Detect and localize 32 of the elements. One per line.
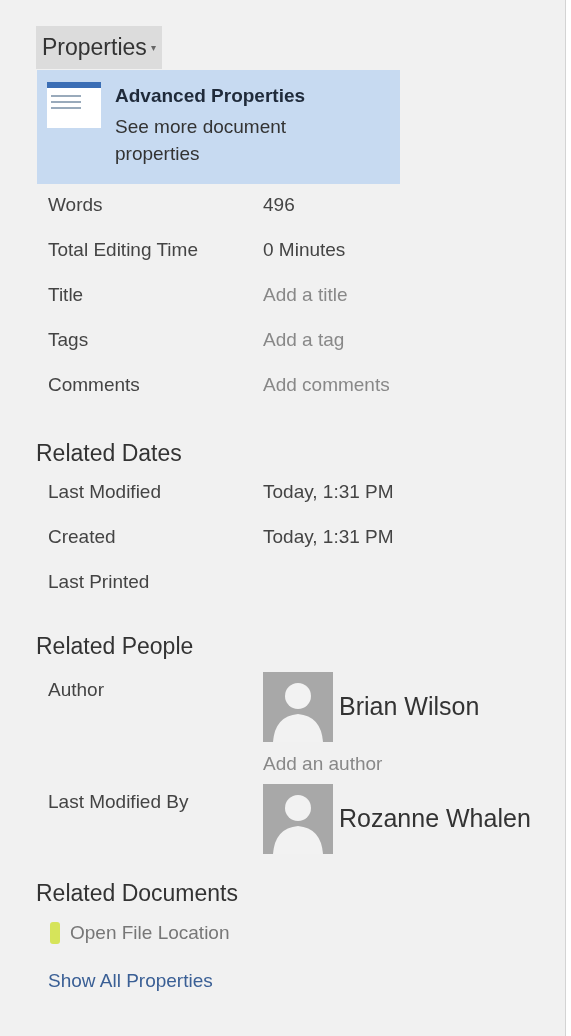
advanced-properties-menu-item[interactable]: Advanced Properties See more document properties [37,70,400,184]
section-heading: Related Dates [36,438,183,468]
menu-item-title: Advanced Properties [115,84,307,108]
avatar-silhouette-icon [263,671,333,742]
property-value: Today, 1:31 PM [263,480,394,504]
person-name[interactable]: Brian Wilson [339,687,480,726]
property-label: Author [48,677,105,702]
property-label: Created [48,525,117,549]
property-value: 0 Minutes [263,237,346,262]
property-input-field[interactable]: Add a tag [263,325,345,354]
menu-item-description: See more document properties [115,114,288,166]
properties-dropdown[interactable]: Properties ▾ [36,26,162,69]
property-label: Words [48,192,104,217]
avatar-silhouette-icon [263,784,333,854]
person-name[interactable]: Rozanne Whalen [339,800,531,838]
section-heading: Related People [36,632,195,661]
property-label: Last Printed [48,570,151,594]
property-label: Title [48,282,85,307]
property-label: Last Modified By [48,790,190,814]
property-input-field[interactable]: Add comments [263,370,390,399]
property-label: Comments [48,372,141,397]
property-label: Tags [48,327,90,352]
property-label: Total Editing Time [48,237,199,262]
property-value: Today, 1:31 PM [263,525,394,549]
property-input-field[interactable]: Add a title [263,280,348,309]
section-heading: Related Documents [36,879,239,908]
show-all-properties-link[interactable]: Show All Properties [48,967,213,996]
property-label: Last Modified [48,480,162,504]
open-file-location-link[interactable]: Open File Location [36,918,230,947]
property-value: 496 [263,192,295,217]
properties-window-icon [47,82,101,128]
add-author-field[interactable]: Add an author [263,749,480,778]
